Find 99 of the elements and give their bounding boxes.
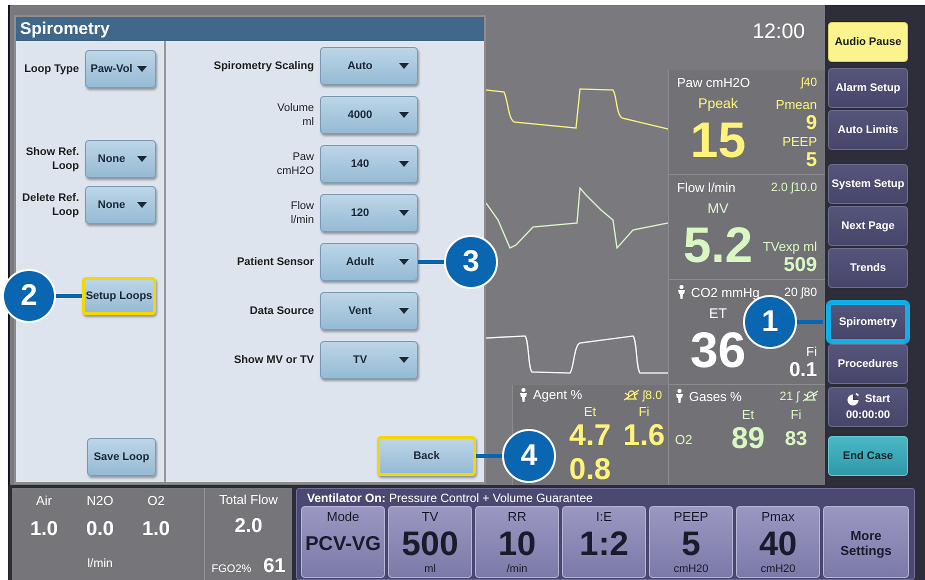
bell-off-icon — [622, 388, 640, 400]
caret-icon — [137, 202, 147, 208]
parameter-label: Flow l/min — [677, 180, 736, 194]
value-label: Pmean — [776, 97, 817, 112]
gas-label: Air — [36, 492, 52, 508]
gas-name: O2 — [675, 432, 692, 446]
caret-icon — [399, 259, 409, 265]
caret-icon — [399, 357, 409, 363]
parameter-value: 509 — [784, 254, 817, 276]
dialog-button[interactable]: Save Loop — [87, 438, 156, 476]
flow-value: 1.0 — [30, 518, 58, 540]
sidebar-button[interactable]: Trends — [828, 248, 908, 288]
sidebar-button[interactable]: End Case — [828, 436, 908, 476]
sidebar-button[interactable]: Start 00:00:00 — [828, 387, 908, 427]
dropdown[interactable]: 140 — [320, 145, 418, 183]
bell-off-icon — [802, 390, 819, 402]
setting-label: Delete Ref. Loop — [22, 191, 79, 219]
setting-label: Show Ref. Loop — [26, 145, 79, 173]
sidebar-button[interactable]: Audio Pause — [828, 22, 908, 62]
sidebar-button[interactable]: Alarm Setup — [828, 68, 908, 108]
gas-value: 4.7 — [569, 419, 611, 453]
value-label: PEEP — [782, 134, 817, 149]
setting-label: Flow l/min — [290, 199, 314, 227]
gas-label: O2 — [147, 492, 165, 508]
parameter-value: 9 — [806, 112, 817, 134]
alarm-limit: 2.0 ʃ10.0 — [770, 180, 817, 194]
fgo2-value: 61 — [263, 555, 286, 578]
caret-icon — [137, 156, 147, 162]
setting-label: Data Source — [250, 304, 314, 318]
gas-label: N2O — [86, 492, 114, 508]
setting-tile[interactable]: I:E 1:2 — [562, 506, 646, 578]
setting-tile[interactable]: Mode PCV-VG — [301, 506, 385, 578]
alarm-limit: 21 ʃ — [780, 389, 799, 403]
dropdown[interactable]: Auto — [320, 47, 418, 85]
settings-button[interactable]: More Settings — [823, 506, 909, 578]
parameter-value: 15 — [690, 115, 746, 165]
setting-tile[interactable]: RR 10 /min — [475, 506, 559, 578]
value-label: TVexp ml — [762, 239, 817, 254]
back-button[interactable]: Back — [377, 436, 476, 476]
dropdown[interactable]: None — [85, 140, 156, 178]
parameter-label: Gases % — [689, 388, 742, 404]
dropdown[interactable]: TV — [320, 341, 418, 379]
ventilator-status: Ventilator On: Pressure Control + Volume Guarantee — [306, 490, 594, 506]
value-label: Fi — [806, 344, 817, 359]
parameter-value: 36 — [690, 325, 746, 375]
setting-tile[interactable]: PEEP 5 cmH20 — [649, 506, 733, 578]
total-flow-label: Total Flow — [219, 492, 278, 507]
caret-icon — [137, 66, 147, 72]
alarm-limit: ʃ40 — [800, 75, 817, 89]
flow-value: 0.0 — [86, 518, 114, 540]
fgo2-label: FGO2% — [212, 563, 252, 575]
parameter-value: 0.1 — [789, 359, 817, 381]
sidebar-button[interactable]: Procedures — [828, 344, 908, 384]
total-flow-value: 2.0 — [234, 515, 262, 538]
stopwatch-icon — [846, 392, 860, 406]
parameter-label: Agent % — [533, 387, 582, 402]
gas-value: 83 — [784, 427, 808, 452]
setting-tile[interactable]: Pmax 40 cmH20 — [736, 506, 820, 578]
caret-icon — [399, 210, 409, 216]
setting-label: Show MV or TV — [234, 353, 314, 367]
column-label: Et — [584, 404, 596, 419]
caret-icon — [399, 308, 409, 314]
dropdown[interactable]: 4000 — [320, 96, 418, 134]
unit-label: l/min — [87, 556, 113, 570]
value-label: MV — [708, 200, 728, 216]
setting-label: Patient Sensor — [236, 255, 314, 269]
parameter-label: Paw cmH2O — [677, 74, 750, 90]
gas-value: 89 — [731, 422, 765, 456]
dropdown[interactable]: 120 — [320, 194, 418, 232]
alarm-limit: ʃ8.0 — [642, 388, 662, 402]
sidebar-button[interactable]: Spirometry — [828, 302, 908, 342]
flow-value: 1.0 — [142, 518, 170, 540]
setting-label: Paw cmH2O — [276, 150, 314, 178]
sidebar-button[interactable]: Next Page — [828, 206, 908, 246]
value-label: ET — [709, 305, 727, 321]
dialog-button[interactable]: Setup Loops — [82, 277, 156, 315]
sidebar-button[interactable]: Auto Limits — [828, 110, 908, 150]
dropdown[interactable]: Vent — [320, 292, 418, 330]
gas-value: 0.8 — [569, 453, 611, 487]
dialog-title: Spirometry — [16, 17, 484, 41]
gas-value: 1.6 — [623, 419, 665, 453]
dropdown[interactable]: Adult — [320, 243, 418, 281]
setting-label: Loop Type — [24, 62, 79, 76]
column-label: Fi — [638, 404, 650, 419]
dropdown[interactable]: Paw-Vol — [85, 50, 156, 88]
setting-label: Volume ml — [277, 101, 314, 129]
column-label: Et — [742, 407, 754, 422]
column-label: Fi — [790, 407, 802, 422]
dropdown[interactable]: None — [85, 186, 156, 224]
caret-icon — [399, 161, 409, 167]
clock-time: 12:00 — [752, 20, 805, 45]
caret-icon — [399, 63, 409, 69]
caret-icon — [399, 112, 409, 118]
value-label: Ppeak — [698, 95, 738, 111]
sidebar-button[interactable]: System Setup — [828, 164, 908, 204]
parameter-value: 5 — [806, 149, 817, 171]
parameter-value: 5.2 — [683, 220, 753, 270]
setting-label: Spirometry Scaling — [214, 59, 314, 73]
setting-tile[interactable]: TV 500 ml — [388, 506, 472, 578]
